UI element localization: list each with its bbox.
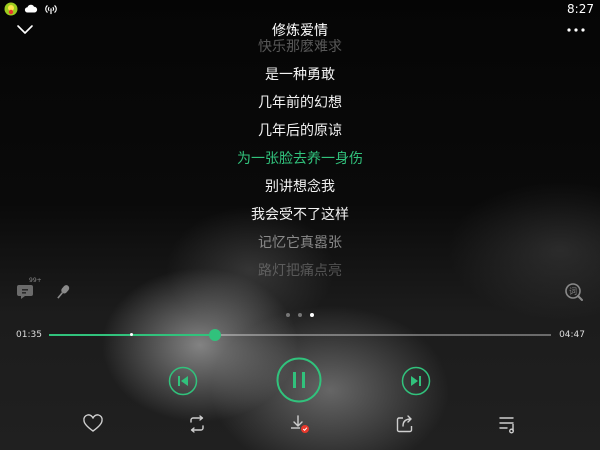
repeat-icon[interactable] [186,413,208,435]
progress-slider[interactable] [49,329,551,341]
lyric-line: 快乐那麽难求 [258,39,342,55]
lyric-line: 几年后的原谅 [258,123,342,139]
lyrics-search-icon[interactable]: 词 [563,281,585,303]
share-icon[interactable] [394,413,416,435]
comment-count-badge: 99+ [29,277,42,284]
pager-dot-active[interactable] [310,313,314,317]
progress-thumb[interactable] [208,329,221,341]
lyric-line: 我会受不了这样 [251,207,349,223]
lyric-line: 几年前的幻想 [258,95,342,111]
lyric-line: 记忆它真嚣张 [258,235,342,251]
signal-broadcast-icon [45,5,57,15]
lyric-line-current: 为一张脸去养一身伤 [237,151,363,167]
svg-text:词: 词 [569,287,577,296]
more-dots-icon[interactable] [564,20,588,40]
microphone-icon[interactable] [52,281,74,303]
status-time: 8:27 [567,2,594,16]
lyrics-pager [0,313,600,317]
comment-button[interactable]: 99+ [16,277,42,302]
download-icon[interactable] [289,413,311,435]
app-badge-icon [4,2,18,16]
status-bar: 8:27 [0,0,600,18]
lyric-line: 别讲想念我 [265,179,335,195]
progress-marker [130,333,133,336]
playlist-icon[interactable] [497,413,519,435]
previous-track-icon[interactable] [168,366,198,396]
heart-icon[interactable] [82,413,104,435]
current-time: 01:35 [16,330,42,340]
lyrics-panel[interactable]: 快乐那麽难求 是一种勇敢 几年前的幻想 几年后的原谅 为一张脸去养一身伤 别讲想… [0,38,600,278]
cloud-icon [24,4,38,13]
next-track-icon[interactable] [401,366,431,396]
pager-dot[interactable] [298,313,302,317]
lyric-line: 路灯把痛点亮 [258,263,342,278]
total-time: 04:47 [559,330,585,340]
lyric-line: 是一种勇敢 [265,67,335,83]
player-screen: 8:27 修炼爱情 快乐那麽难求 是一种勇敢 几年前的幻想 几年后的原谅 为一张… [0,0,600,450]
status-icons [4,2,58,16]
pause-icon[interactable] [276,357,322,403]
song-title: 修炼爱情 [272,23,328,39]
pager-dot[interactable] [286,313,290,317]
